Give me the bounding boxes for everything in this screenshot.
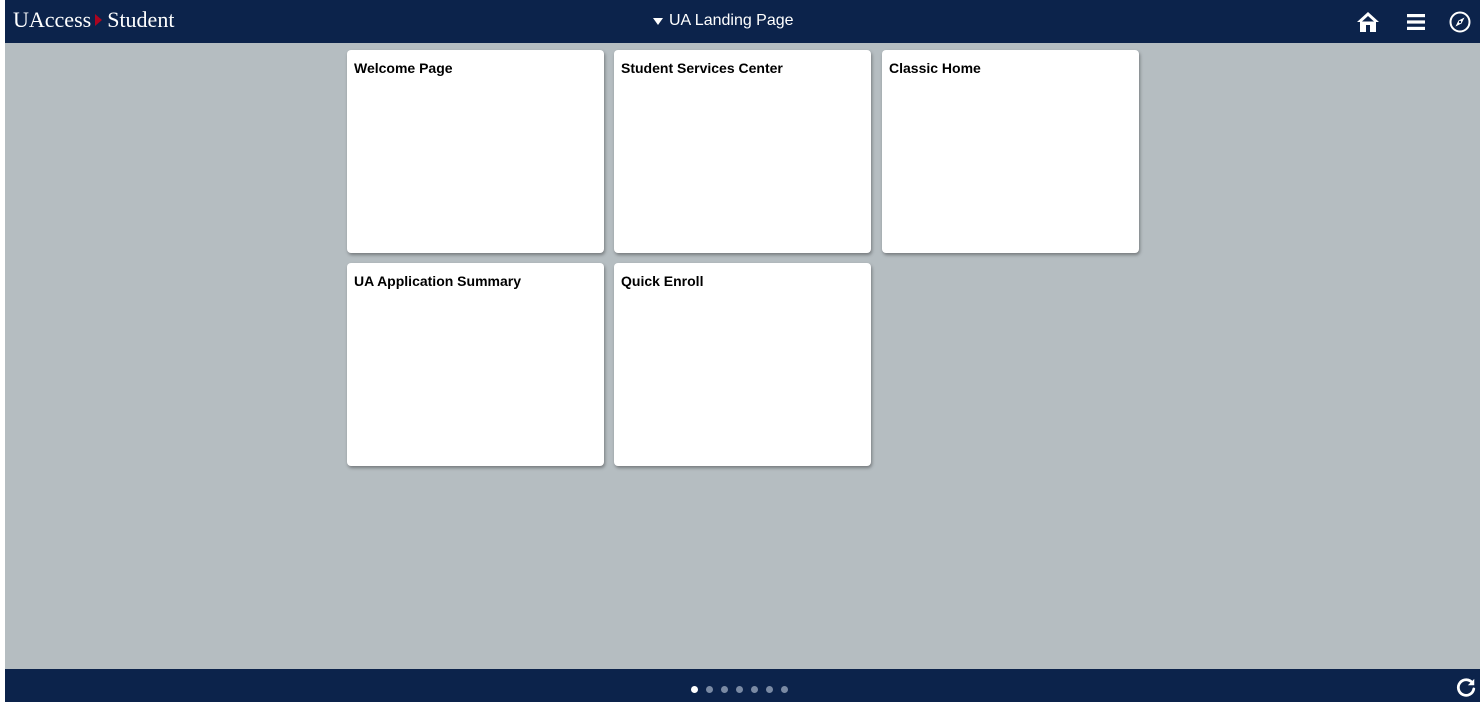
tile-welcome-page[interactable]: Welcome Page xyxy=(347,50,604,253)
page-dot-7[interactable] xyxy=(781,686,788,693)
tile-ua-application-summary[interactable]: UA Application Summary xyxy=(347,263,604,466)
menu-icon xyxy=(1407,14,1425,30)
page-indicator xyxy=(691,686,788,693)
page-dot-5[interactable] xyxy=(751,686,758,693)
page-title-dropdown[interactable]: UA Landing Page xyxy=(653,11,794,31)
page-dot-2[interactable] xyxy=(706,686,713,693)
compass-icon xyxy=(1449,11,1471,33)
header-bar: UAccess Student UA Landing Page xyxy=(5,0,1480,43)
tile-title: UA Application Summary xyxy=(354,273,521,289)
tile-classic-home[interactable]: Classic Home xyxy=(882,50,1139,253)
navbar-menu-button[interactable] xyxy=(1404,10,1428,34)
page-dot-3[interactable] xyxy=(721,686,728,693)
page-dot-6[interactable] xyxy=(766,686,773,693)
page-dot-1[interactable] xyxy=(691,686,698,693)
brand-logo[interactable]: UAccess Student xyxy=(13,6,174,34)
tile-quick-enroll[interactable]: Quick Enroll xyxy=(614,263,871,466)
tile-grid-area: Welcome Page Student Services Center Cla… xyxy=(5,43,1480,669)
refresh-button[interactable] xyxy=(1455,677,1477,699)
tile-student-services-center[interactable]: Student Services Center xyxy=(614,50,871,253)
tile-title: Classic Home xyxy=(889,60,981,76)
tile-title: Welcome Page xyxy=(354,60,453,76)
caret-down-icon xyxy=(653,17,663,25)
footer-bar xyxy=(5,669,1480,702)
tile-title: Student Services Center xyxy=(621,60,783,76)
page-title: UA Landing Page xyxy=(669,12,794,29)
navigator-button[interactable] xyxy=(1448,10,1472,34)
brand-subname: Student xyxy=(107,7,175,32)
refresh-icon xyxy=(1456,678,1476,697)
tile-title: Quick Enroll xyxy=(621,273,704,289)
app-window: UAccess Student UA Landing Page Welcome … xyxy=(0,0,1480,702)
home-button[interactable] xyxy=(1356,10,1380,34)
brand-name: UAccess xyxy=(13,7,92,32)
page-dot-4[interactable] xyxy=(736,686,743,693)
brand-arrow-icon xyxy=(95,14,103,26)
home-icon xyxy=(1357,12,1379,32)
